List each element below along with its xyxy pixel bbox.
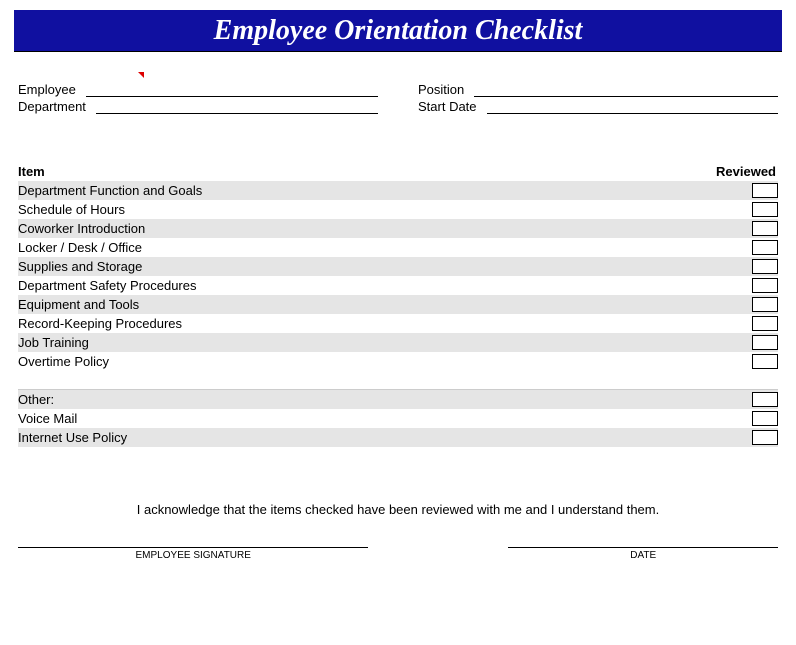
item-text: Job Training bbox=[18, 335, 748, 350]
page-title: Employee Orientation Checklist bbox=[214, 15, 583, 47]
date-signature-line[interactable]: DATE bbox=[508, 547, 778, 561]
checklist-table: Item Reviewed Department Function and Go… bbox=[18, 164, 778, 447]
start-date-input-line[interactable] bbox=[487, 100, 778, 114]
date-signature-label: DATE bbox=[630, 550, 656, 561]
other-label: Other: bbox=[18, 392, 748, 407]
checklist-row: Supplies and Storage bbox=[18, 257, 778, 276]
position-input-line[interactable] bbox=[474, 83, 778, 97]
item-checkbox[interactable] bbox=[752, 259, 778, 274]
item-checkbox[interactable] bbox=[752, 430, 778, 445]
checklist-row: Voice Mail bbox=[18, 409, 778, 428]
header-bar: Employee Orientation Checklist bbox=[14, 10, 782, 52]
department-input-line[interactable] bbox=[96, 100, 378, 114]
item-text: Supplies and Storage bbox=[18, 259, 748, 274]
start-date-label: Start Date bbox=[418, 99, 477, 114]
start-date-field: Start Date bbox=[418, 99, 778, 114]
header-item: Item bbox=[18, 164, 706, 179]
checklist-row: Internet Use Policy bbox=[18, 428, 778, 447]
checklist-header-row: Item Reviewed bbox=[18, 164, 778, 179]
item-checkbox[interactable] bbox=[752, 278, 778, 293]
acknowledgment-text: I acknowledge that the items checked hav… bbox=[18, 502, 778, 517]
other-checkbox[interactable] bbox=[752, 392, 778, 407]
item-checkbox[interactable] bbox=[752, 183, 778, 198]
checklist-row: Schedule of Hours bbox=[18, 200, 778, 219]
department-field: Department bbox=[18, 99, 378, 114]
item-checkbox[interactable] bbox=[752, 221, 778, 236]
item-checkbox[interactable] bbox=[752, 202, 778, 217]
department-label: Department bbox=[18, 99, 86, 114]
item-text: Record-Keeping Procedures bbox=[18, 316, 748, 331]
item-checkbox[interactable] bbox=[752, 411, 778, 426]
item-text: Coworker Introduction bbox=[18, 221, 748, 236]
comment-indicator-icon bbox=[138, 72, 144, 78]
item-text: Department Function and Goals bbox=[18, 183, 748, 198]
header-reviewed: Reviewed bbox=[706, 164, 778, 179]
employee-label: Employee bbox=[18, 82, 76, 97]
item-text: Voice Mail bbox=[18, 411, 748, 426]
checklist-row: Equipment and Tools bbox=[18, 295, 778, 314]
item-text: Schedule of Hours bbox=[18, 202, 748, 217]
checklist-row: Overtime Policy bbox=[18, 352, 778, 371]
employee-signature-line[interactable]: EMPLOYEE SIGNATURE bbox=[18, 547, 368, 561]
item-checkbox[interactable] bbox=[752, 354, 778, 369]
position-label: Position bbox=[418, 82, 464, 97]
position-field: Position bbox=[418, 82, 778, 97]
section-gap bbox=[18, 371, 778, 390]
item-checkbox[interactable] bbox=[752, 240, 778, 255]
other-header-row: Other: bbox=[18, 390, 778, 409]
employee-field: Employee bbox=[18, 82, 378, 97]
item-text: Department Safety Procedures bbox=[18, 278, 748, 293]
item-text: Overtime Policy bbox=[18, 354, 748, 369]
checklist-row: Department Safety Procedures bbox=[18, 276, 778, 295]
item-text: Equipment and Tools bbox=[18, 297, 748, 312]
checklist-row: Coworker Introduction bbox=[18, 219, 778, 238]
item-checkbox[interactable] bbox=[752, 297, 778, 312]
checklist-row: Locker / Desk / Office bbox=[18, 238, 778, 257]
item-text: Locker / Desk / Office bbox=[18, 240, 748, 255]
item-checkbox[interactable] bbox=[752, 335, 778, 350]
checklist-row: Job Training bbox=[18, 333, 778, 352]
checklist-row: Department Function and Goals bbox=[18, 181, 778, 200]
item-checkbox[interactable] bbox=[752, 316, 778, 331]
employee-input-line[interactable] bbox=[86, 83, 378, 97]
item-text: Internet Use Policy bbox=[18, 430, 748, 445]
employee-signature-label: EMPLOYEE SIGNATURE bbox=[136, 550, 251, 561]
checklist-row: Record-Keeping Procedures bbox=[18, 314, 778, 333]
